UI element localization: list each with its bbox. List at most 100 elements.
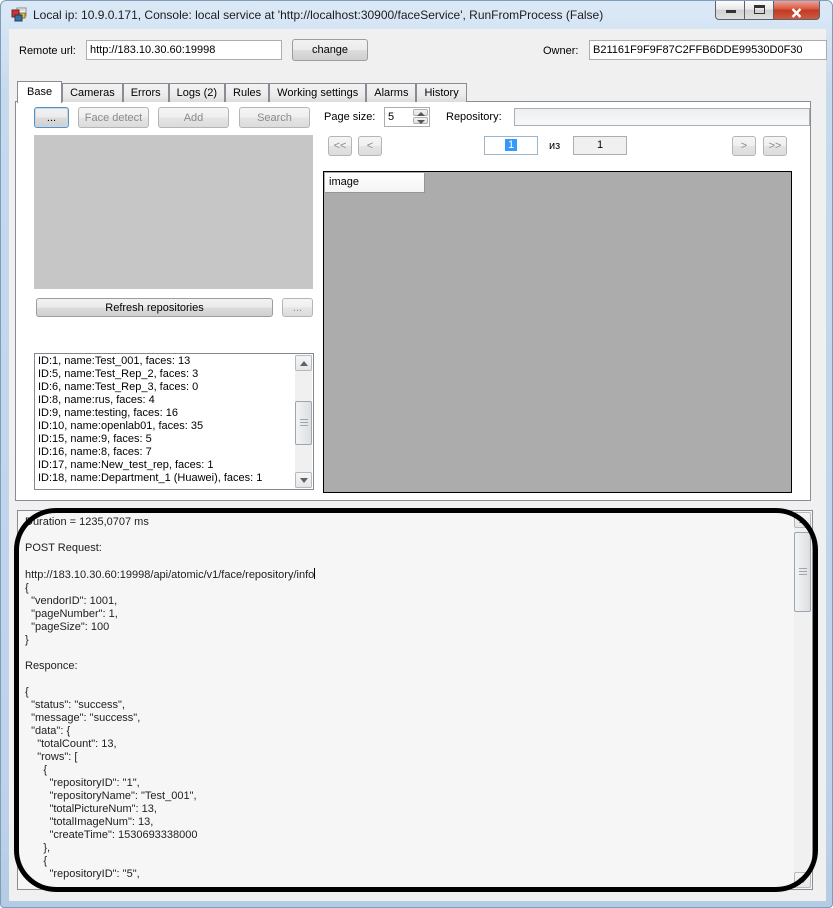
face-preview-box xyxy=(34,135,313,289)
repository-list: ID:1, name:Test_001, faces: 13 ID:5, name… xyxy=(36,355,295,485)
tab-alarms[interactable]: Alarms xyxy=(366,83,417,102)
list-item[interactable]: ID:10, name:openlab01, faces: 35 xyxy=(36,420,295,433)
repository-listbox[interactable]: ID:1, name:Test_001, faces: 13 ID:5, name… xyxy=(34,353,314,490)
triangle-down-icon xyxy=(300,478,308,483)
scrollbar-thumb[interactable] xyxy=(295,401,312,445)
page-size-stepper[interactable]: 5 xyxy=(384,107,430,127)
tab-strip: Base Cameras Errors Logs (2) Rules Working se… xyxy=(17,80,811,103)
console-line: { xyxy=(25,582,29,594)
list-item[interactable]: ID:18, name:Department_1 (Huawei), faces… xyxy=(36,472,295,485)
last-page-button[interactable]: >> xyxy=(763,136,787,156)
console-line: }, xyxy=(25,842,51,854)
change-button[interactable]: change xyxy=(292,39,368,61)
text-caret xyxy=(314,568,316,579)
console-line: { xyxy=(25,764,48,776)
page-size-label: Page size: xyxy=(324,111,376,123)
prev-page-button[interactable]: < xyxy=(358,136,382,156)
browse-button[interactable]: ... xyxy=(34,107,69,128)
chevron-down-icon xyxy=(417,120,425,124)
list-item[interactable]: ID:9, name:testing, faces: 16 xyxy=(36,407,295,420)
page-of-label: из xyxy=(549,140,561,152)
console-line: "createTime": 1530693338000 xyxy=(25,829,198,841)
first-page-button[interactable]: << xyxy=(328,136,352,156)
console-line: Duration = 1235,0707 ms xyxy=(25,516,149,528)
list-scrollbar[interactable] xyxy=(295,355,312,488)
stepper-up-button[interactable] xyxy=(413,109,428,116)
close-button[interactable] xyxy=(774,1,820,20)
scroll-up-button[interactable] xyxy=(794,512,811,528)
scroll-up-button[interactable] xyxy=(295,355,312,371)
list-item[interactable]: ID:8, name:rus, faces: 4 xyxy=(36,394,295,407)
tab-control: Base Cameras Errors Logs (2) Rules Working se… xyxy=(15,80,811,501)
add-button[interactable]: Add xyxy=(158,107,229,128)
scroll-down-button[interactable] xyxy=(295,472,312,488)
stepper-down-button[interactable] xyxy=(413,117,428,124)
tab-logs-2[interactable]: Logs (2) xyxy=(168,83,226,102)
remote-url-input[interactable] xyxy=(86,40,282,60)
triangle-up-icon xyxy=(300,361,308,366)
console-line: "repositoryName": "Test_001", xyxy=(25,790,197,802)
titlebar[interactable]: Local ip: 10.9.0.171, Console: local ser… xyxy=(1,1,832,29)
console-line: http://183.10.30.60:19998/api/atomic/v1/… xyxy=(25,568,316,581)
scroll-down-button[interactable] xyxy=(794,872,811,888)
console-line: "totalCount": 13, xyxy=(25,738,117,750)
tab-working-settings[interactable]: Working settings xyxy=(269,83,367,102)
repositories-more-button[interactable]: ... xyxy=(282,298,313,317)
image-grid[interactable]: image xyxy=(323,171,792,493)
tab-base[interactable]: Base xyxy=(17,81,63,103)
owner-input[interactable] xyxy=(589,40,827,60)
console-line: { xyxy=(25,855,48,867)
console-line: "totalImageNum": 13, xyxy=(25,816,154,828)
triangle-up-icon xyxy=(799,518,807,523)
current-page-value: 1 xyxy=(504,139,518,151)
console-line: "repositoryID": "1", xyxy=(25,777,140,789)
console-textbox[interactable]: Duration = 1235,0707 ms POST Request: ht… xyxy=(17,510,813,890)
console-line: "rows": [ xyxy=(25,751,78,763)
search-button[interactable]: Search xyxy=(239,107,310,128)
minimize-icon xyxy=(726,10,736,13)
list-item[interactable]: ID:15, name:9, faces: 5 xyxy=(36,433,295,446)
console-line: "vendorID": 1001, xyxy=(25,595,118,607)
console-line: "pageNumber": 1, xyxy=(25,608,118,620)
current-page-input[interactable]: 1 xyxy=(484,136,538,155)
tab-cameras[interactable]: Cameras xyxy=(62,83,123,102)
repository-label: Repository: xyxy=(446,111,502,123)
close-icon xyxy=(791,5,802,23)
remote-url-label: Remote url: xyxy=(19,45,76,57)
console-line: "status": "success", xyxy=(25,699,125,711)
console-scrollbar[interactable] xyxy=(794,512,811,888)
tab-rules[interactable]: Rules xyxy=(225,83,270,102)
console-line: Responce: xyxy=(25,660,78,672)
list-item[interactable]: ID:16, name:8, faces: 7 xyxy=(36,446,295,459)
console-line: "data": { xyxy=(25,725,71,737)
chevron-up-icon xyxy=(417,112,425,116)
console-line: "totalPictureNum": 13, xyxy=(25,803,157,815)
list-item[interactable]: ID:1, name:Test_001, faces: 13 xyxy=(36,355,295,368)
owner-label: Owner: xyxy=(543,45,579,57)
face-detect-button[interactable]: Face detect xyxy=(78,107,149,128)
list-item[interactable]: ID:5, name:Test_Rep_2, faces: 3 xyxy=(36,368,295,381)
page-size-value: 5 xyxy=(388,111,395,123)
console-line: "repositoryID": "5", xyxy=(25,868,140,880)
total-pages-field: 1 xyxy=(573,136,627,155)
list-item[interactable]: ID:17, name:New_test_rep, faces: 1 xyxy=(36,459,295,472)
minimize-button[interactable] xyxy=(715,1,745,20)
grid-column-header-image[interactable]: image xyxy=(325,173,425,193)
client-area: Remote url: change Owner: BaseCamerasErr… xyxy=(9,29,827,901)
window-controls xyxy=(715,1,820,20)
tab-errors[interactable]: Errors xyxy=(122,83,169,102)
next-page-button[interactable]: > xyxy=(732,136,756,156)
console-line: POST Request: xyxy=(25,542,102,554)
maximize-button[interactable] xyxy=(745,1,774,20)
scrollbar-thumb[interactable] xyxy=(794,532,811,612)
repository-input[interactable] xyxy=(514,108,810,126)
console-line: "message": "success", xyxy=(25,712,141,724)
list-item[interactable]: ID:6, name:Test_Rep_3, faces: 0 xyxy=(36,381,295,394)
app-icon xyxy=(11,7,27,23)
app-window: Local ip: 10.9.0.171, Console: local ser… xyxy=(0,0,833,908)
refresh-repositories-button[interactable]: Refresh repositories xyxy=(36,298,273,317)
tab-history[interactable]: History xyxy=(416,83,467,102)
